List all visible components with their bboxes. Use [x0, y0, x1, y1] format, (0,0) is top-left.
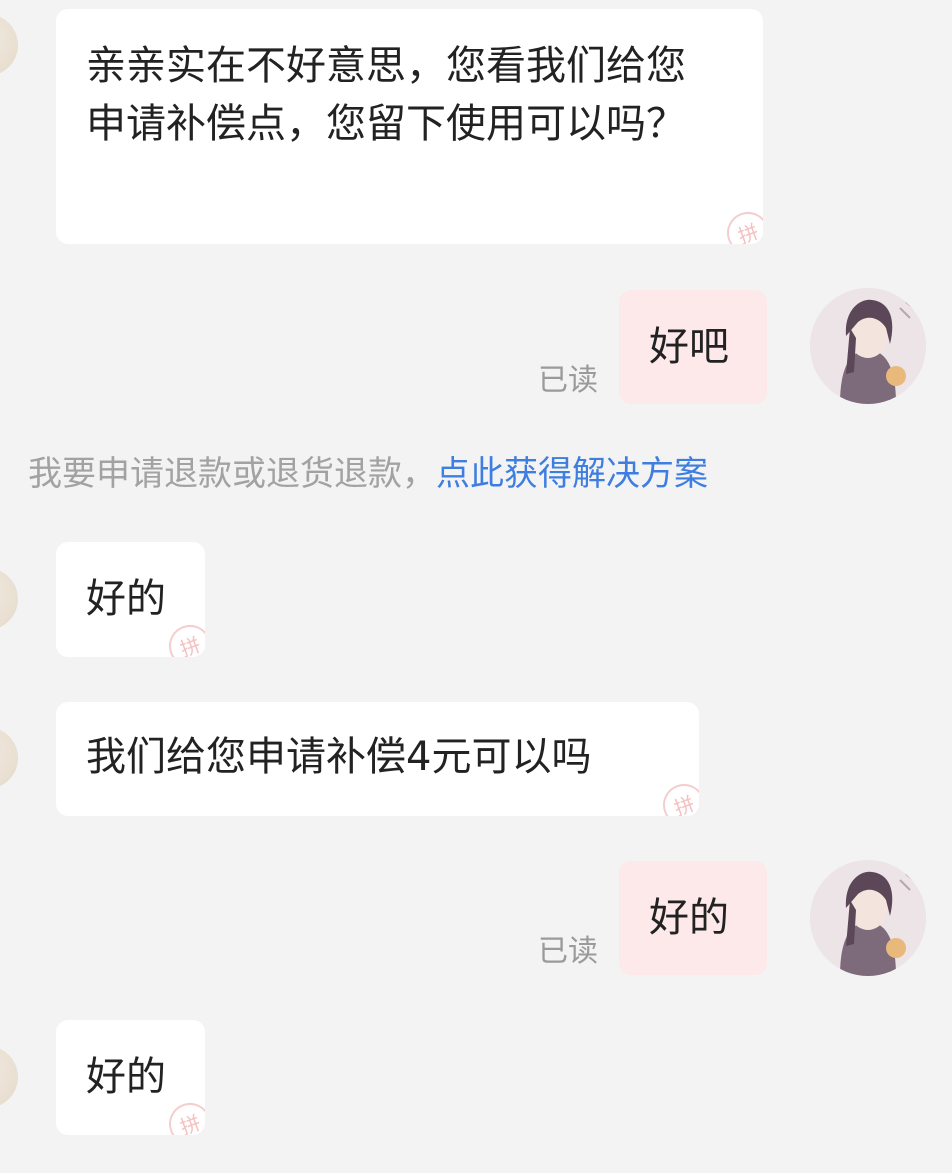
message-text: 好的 — [86, 1054, 166, 1100]
stamp-icon: 拼 — [163, 1097, 205, 1135]
solution-link[interactable]: 点此获得解决方案 — [436, 454, 708, 494]
merchant-message[interactable]: 好的 拼 — [56, 542, 205, 657]
read-status: 已读 — [538, 363, 598, 398]
user-avatar-illustration-icon — [810, 288, 926, 404]
user-avatar[interactable] — [810, 860, 926, 976]
merchant-message[interactable]: 好的 拼 — [56, 1020, 205, 1135]
message-text: 我们给您申请补偿4元可以吗 — [86, 734, 592, 780]
refund-notice: 我要申请退款或退货退款，点此获得解决方案 — [28, 446, 708, 495]
message-text: 好的 — [86, 576, 166, 622]
chat-window: 亲亲实在不好意思，您看我们给您申请补偿点，您留下使用可以吗？ 拼 已读 好吧 我… — [0, 0, 952, 1173]
user-avatar-illustration-icon — [810, 860, 926, 976]
merchant-avatar[interactable] — [0, 14, 18, 76]
merchant-message[interactable]: 我们给您申请补偿4元可以吗 拼 — [56, 702, 699, 816]
merchant-avatar[interactable] — [0, 1046, 18, 1108]
merchant-avatar[interactable] — [0, 727, 18, 789]
message-text: 好吧 — [649, 324, 729, 370]
message-text: 好的 — [649, 895, 729, 941]
read-status: 已读 — [538, 934, 598, 969]
stamp-icon: 拼 — [657, 778, 699, 816]
refund-notice-text: 我要申请退款或退货退款， — [28, 454, 436, 494]
stamp-icon: 拼 — [721, 206, 763, 244]
user-message[interactable]: 好吧 — [619, 290, 767, 404]
merchant-avatar[interactable] — [0, 568, 18, 630]
stamp-icon: 拼 — [163, 619, 205, 657]
user-avatar[interactable] — [810, 288, 926, 404]
message-text: 亲亲实在不好意思，您看我们给您申请补偿点，您留下使用可以吗？ — [86, 43, 686, 147]
user-message[interactable]: 好的 — [619, 861, 767, 975]
merchant-message[interactable]: 亲亲实在不好意思，您看我们给您申请补偿点，您留下使用可以吗？ 拼 — [56, 9, 763, 244]
